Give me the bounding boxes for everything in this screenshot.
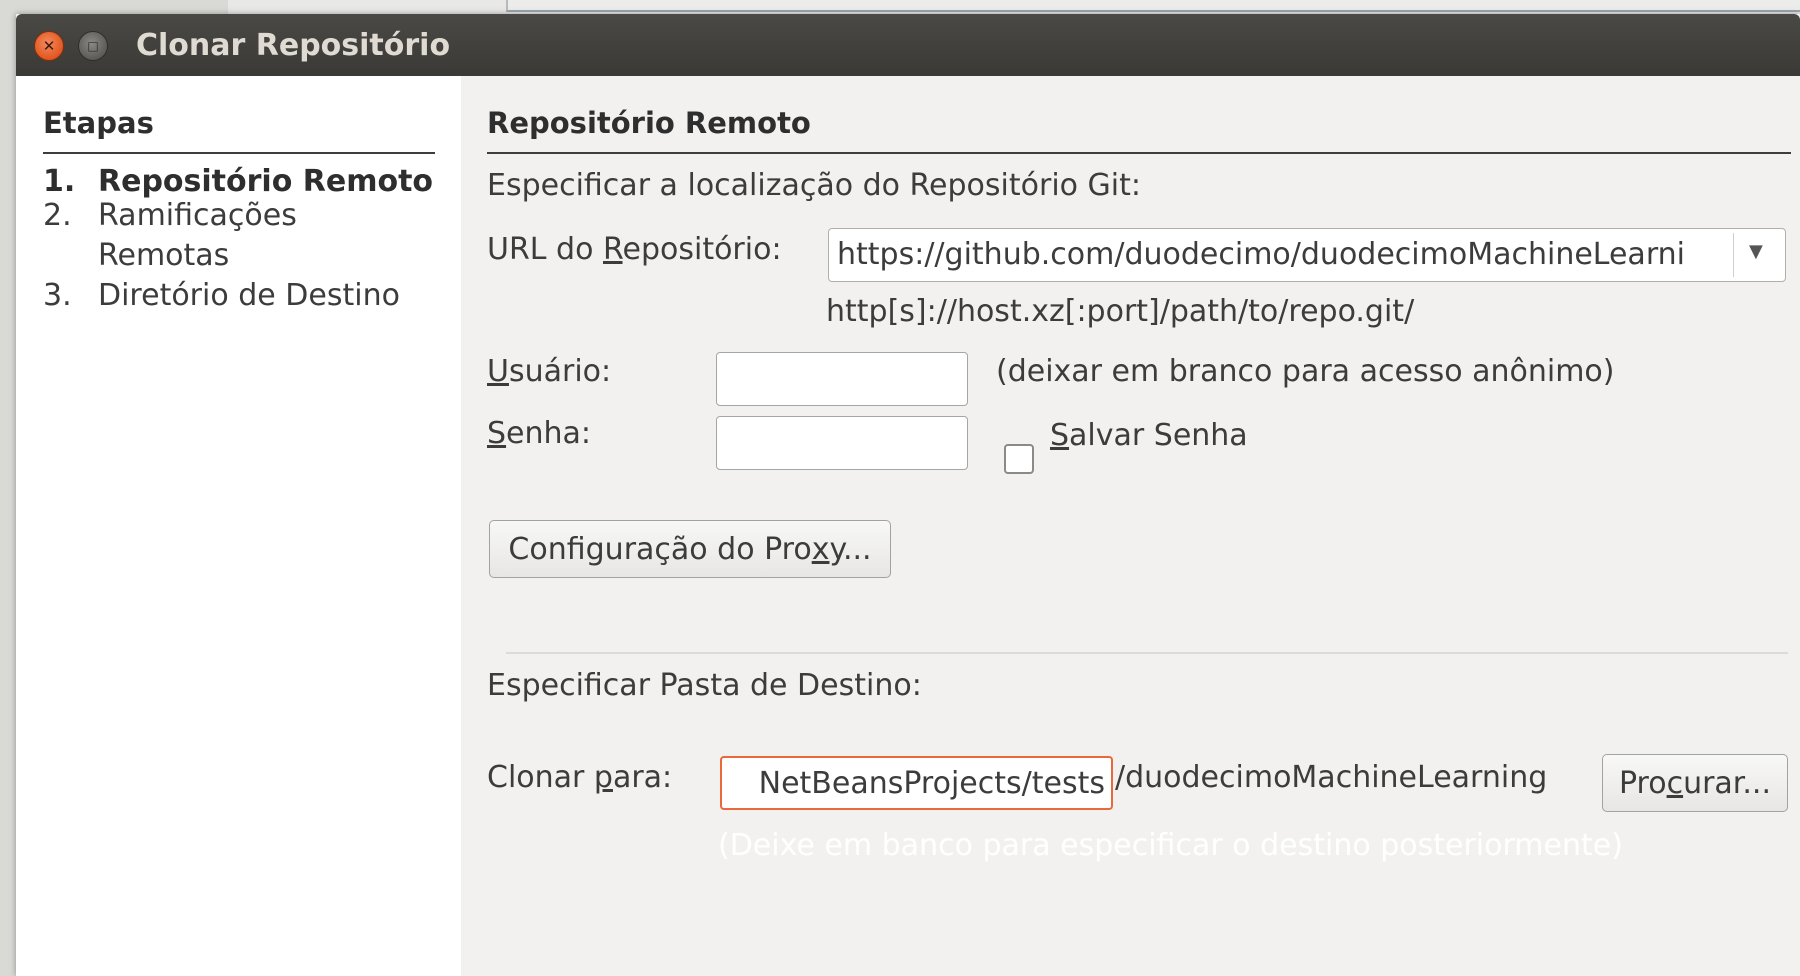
url-label-post: epositório: bbox=[622, 232, 782, 267]
window-title: Clonar Repositório bbox=[136, 28, 451, 63]
steps-rule bbox=[43, 152, 435, 154]
section-separator bbox=[506, 652, 1788, 654]
repository-intro: Especificar a localização do Repositório… bbox=[487, 168, 1141, 203]
password-label-post: enha: bbox=[506, 416, 592, 451]
proxy-mnemonic: x bbox=[811, 531, 830, 567]
password-label: Senha: bbox=[487, 416, 591, 451]
browse-post: urar... bbox=[1683, 765, 1771, 801]
background-editor-edge bbox=[506, 0, 1800, 12]
clone-destination-field[interactable]: NetBeansProjects/tests bbox=[720, 756, 1113, 810]
repository-url-value[interactable]: https://github.com/duodecimo/duodecimoMa… bbox=[837, 237, 1687, 272]
password-field[interactable] bbox=[716, 416, 968, 470]
clone-label-post: ara: bbox=[612, 760, 673, 795]
maximize-button[interactable]: □ bbox=[78, 31, 108, 61]
user-label-mnemonic: U bbox=[487, 354, 509, 389]
clone-destination-suffix: /duodecimoMachineLearning bbox=[1115, 760, 1548, 795]
repository-url-combobox[interactable]: https://github.com/duodecimo/duodecimoMa… bbox=[828, 228, 1786, 282]
url-label-pre: URL do bbox=[487, 232, 603, 267]
user-hint: (deixar em branco para acesso anônimo) bbox=[996, 354, 1615, 389]
clone-destination-value: NetBeansProjects/tests bbox=[758, 766, 1105, 801]
close-button[interactable]: ✕ bbox=[34, 31, 64, 61]
clone-to-label: Clonar para: bbox=[487, 760, 672, 795]
maximize-icon: □ bbox=[87, 39, 99, 53]
destination-hint: (Deixe em banco para especificar o desti… bbox=[718, 828, 1623, 863]
close-icon: ✕ bbox=[42, 37, 56, 55]
steps-heading: Etapas bbox=[43, 106, 154, 140]
combo-separator bbox=[1733, 233, 1734, 277]
password-label-mnemonic: S bbox=[487, 416, 507, 451]
main-heading: Repositório Remoto bbox=[487, 106, 811, 140]
browse-button[interactable]: Pro c urar... bbox=[1602, 754, 1788, 812]
save-password-post: alvar Senha bbox=[1069, 418, 1248, 453]
step-2-number: 2. bbox=[43, 198, 72, 233]
save-password-checkbox[interactable] bbox=[1004, 444, 1034, 474]
chevron-down-icon[interactable]: ▼ bbox=[1749, 241, 1763, 262]
step-3-number: 3. bbox=[43, 278, 72, 313]
main-rule bbox=[487, 152, 1791, 154]
proxy-settings-button[interactable]: Configuração do Pro x y... bbox=[489, 520, 891, 578]
clone-repository-dialog: ✕ □ Clonar Repositório Etapas 1. Reposit… bbox=[16, 14, 1800, 976]
destination-heading: Especificar Pasta de Destino: bbox=[487, 668, 922, 703]
browse-mnemonic: c bbox=[1666, 765, 1684, 801]
step-3-label: Diretório de Destino bbox=[98, 278, 400, 313]
save-password-label[interactable]: Salvar Senha bbox=[1050, 418, 1248, 453]
proxy-post: y... bbox=[829, 531, 872, 567]
step-1-label: Repositório Remoto bbox=[98, 164, 434, 199]
clone-label-mnemonic: p bbox=[593, 760, 613, 795]
proxy-pre: Configuração do Pro bbox=[508, 531, 812, 567]
user-field[interactable] bbox=[716, 352, 968, 406]
url-label: URL do Repositório: bbox=[487, 232, 782, 267]
steps-panel: Etapas 1. Repositório Remoto 2. Ramifica… bbox=[16, 76, 461, 976]
step-2-label-line2: Remotas bbox=[98, 238, 230, 273]
save-password-mnemonic: S bbox=[1050, 418, 1070, 453]
user-label: Usuário: bbox=[487, 354, 611, 389]
clone-label-pre: Clonar bbox=[487, 760, 594, 795]
titlebar: ✕ □ Clonar Repositório bbox=[16, 14, 1800, 76]
url-label-mnemonic: R bbox=[603, 232, 623, 267]
step-2-label-line1: Ramificações bbox=[98, 198, 297, 233]
user-label-post: suário: bbox=[508, 354, 612, 389]
browse-pre: Pro bbox=[1618, 765, 1667, 801]
url-format-hint: http[s]://host.xz[:port]/path/to/repo.gi… bbox=[826, 294, 1415, 329]
step-1-number: 1. bbox=[43, 164, 76, 199]
